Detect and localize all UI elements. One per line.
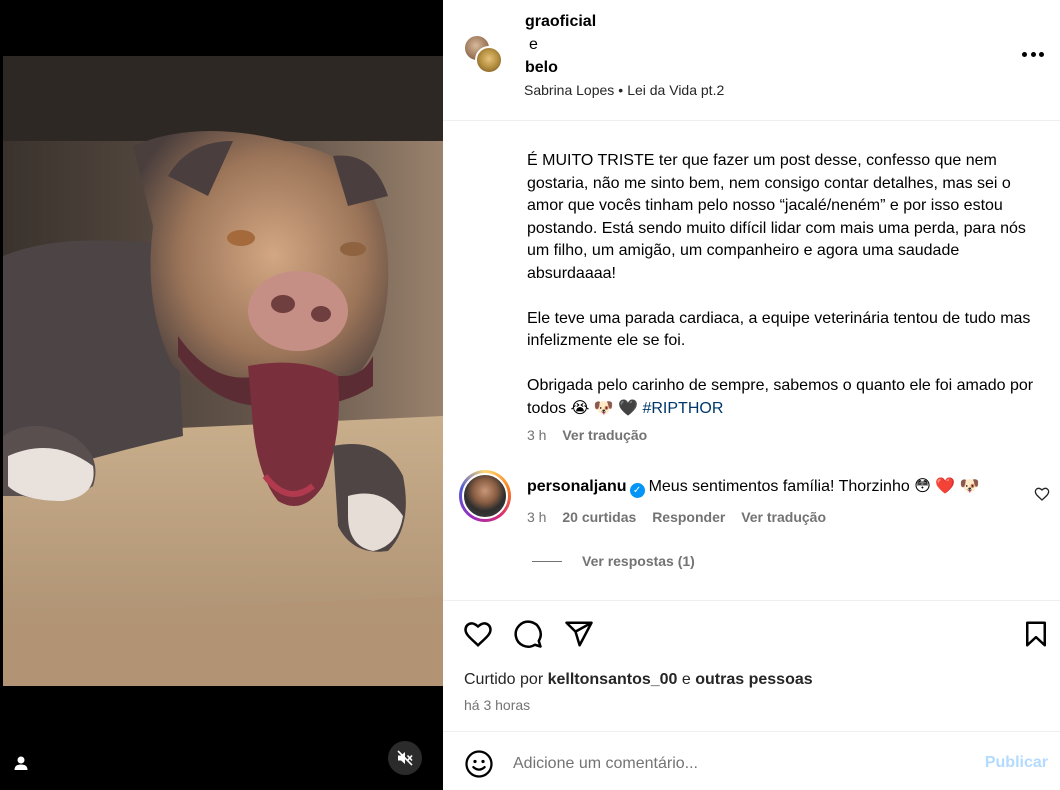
liked-by-username[interactable]: kelltonsantos_00	[548, 671, 678, 688]
hashtag-link[interactable]: #RIPTHOR	[642, 400, 723, 417]
verified-badge-icon: ✓	[629, 483, 645, 498]
audio-track: Lei da Vida pt.2	[627, 82, 725, 98]
author-username[interactable]: graoficial	[525, 10, 596, 33]
post-caption: É MUITO TRISTE ter que fazer um post des…	[527, 120, 1037, 443]
audio-link[interactable]: Sabrina Lopes • Lei da Vida pt.2	[524, 82, 724, 98]
comment-composer: Publicar	[443, 731, 1060, 790]
collab-avatars[interactable]	[463, 34, 505, 76]
paper-plane-icon[interactable]	[564, 619, 594, 649]
mute-toggle-button[interactable]	[388, 741, 422, 775]
view-replies-button[interactable]: Ver respostas (1)	[532, 553, 695, 569]
post-header: graoficial e belo Sabrina Lopes • Lei da V…	[443, 0, 1060, 121]
more-options-button[interactable]	[1020, 42, 1046, 66]
caption-paragraph-last: Obrigada pelo carinho de sempre, sabemos…	[527, 375, 1037, 420]
post-timestamp[interactable]: há 3 horas	[464, 697, 530, 713]
reply-button[interactable]: Responder	[652, 509, 725, 525]
dog-photo[interactable]	[3, 56, 443, 686]
caption-text: Obrigada pelo carinho de sempre, sabemos…	[527, 377, 1034, 417]
user-icon	[14, 756, 28, 770]
heart-outline-icon[interactable]	[463, 619, 493, 649]
smiley-icon[interactable]	[464, 749, 494, 779]
caption-meta: 3 h Ver tradução	[527, 427, 647, 443]
view-replies-label: Ver respostas (1)	[582, 553, 695, 569]
tagged-users-button[interactable]	[10, 752, 32, 774]
ellipsis-dot	[1030, 51, 1036, 57]
commenter-avatar[interactable]	[459, 470, 511, 522]
post-side-panel: graoficial e belo Sabrina Lopes • Lei da V…	[443, 0, 1060, 790]
comment-item: personaljanu ✓ Meus sentimentos família! T…	[443, 466, 1060, 526]
liked-by: Curtido por kelltonsantos_00 e outras pe…	[464, 671, 813, 689]
collab-authors: graoficial e belo	[525, 10, 596, 79]
post-actions-bar	[443, 600, 1060, 668]
bookmark-icon[interactable]	[1021, 619, 1051, 649]
comment-meta: 3 h 20 curtidas Responder Ver tradução	[527, 509, 838, 525]
caption-paragraph: Ele teve uma parada cardiaca, a equipe v…	[527, 309, 1031, 350]
post-media[interactable]	[0, 0, 443, 790]
comment-body: personaljanu ✓ Meus sentimentos família! T…	[527, 476, 1027, 498]
comment-likes-count[interactable]: 20 curtidas	[562, 509, 636, 525]
avatar	[475, 46, 503, 74]
caption-time: 3 h	[527, 427, 547, 443]
caption-scrolled-text	[527, 120, 1037, 128]
liked-by-others[interactable]: outras pessoas	[695, 671, 812, 688]
speaker-muted-icon	[397, 750, 413, 766]
avatar	[462, 473, 508, 519]
liked-by-prefix: Curtido por	[464, 671, 544, 688]
audio-separator: •	[618, 82, 624, 98]
ellipsis-dot	[1039, 51, 1044, 57]
commenter-username[interactable]: personaljanu	[527, 478, 627, 495]
ellipsis-icon	[1022, 51, 1027, 57]
author-username[interactable]: belo	[525, 56, 596, 79]
replies-divider	[532, 560, 562, 562]
publish-button[interactable]: Publicar	[985, 754, 1048, 772]
comment-time: 3 h	[527, 509, 547, 525]
authors-joiner: e	[529, 36, 538, 53]
comment-text: Meus sentimentos família! Thorzinho 😳 ❤️…	[648, 478, 980, 495]
see-translation-button[interactable]: Ver tradução	[562, 427, 647, 443]
audio-artist: Sabrina Lopes	[524, 82, 615, 98]
comment-bubble-icon[interactable]	[513, 619, 543, 649]
comment-input[interactable]	[513, 749, 963, 779]
liked-by-joiner: e	[681, 671, 691, 688]
comment-translate-button[interactable]: Ver tradução	[741, 509, 826, 525]
caption-paragraph: É MUITO TRISTE ter que fazer um post des…	[527, 152, 1026, 282]
comment-like-heart-icon[interactable]	[1034, 486, 1050, 502]
